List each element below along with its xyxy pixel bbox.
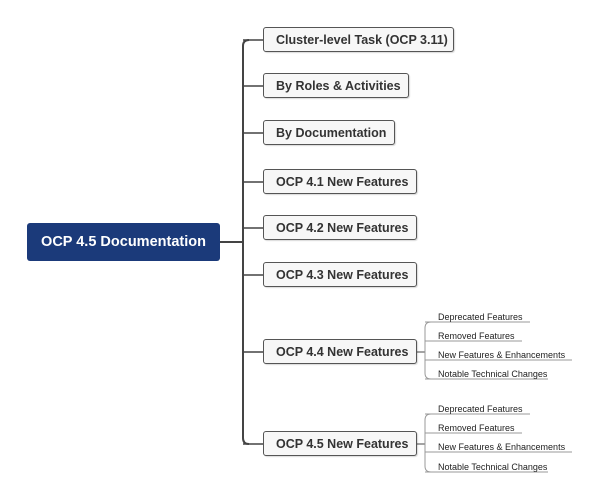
branch-ocp-4-3[interactable]: OCP 4.3 New Features: [263, 262, 417, 287]
sub-ocp45-new-features[interactable]: New Features & Enhancements: [425, 442, 565, 452]
branch-ocp-4-2[interactable]: OCP 4.2 New Features: [263, 215, 417, 240]
sub-ocp45-deprecated[interactable]: Deprecated Features: [425, 404, 523, 414]
branch-ocp-4-1[interactable]: OCP 4.1 New Features: [263, 169, 417, 194]
sub-ocp44-notable-changes[interactable]: Notable Technical Changes: [425, 369, 547, 379]
branch-by-documentation[interactable]: By Documentation: [263, 120, 395, 145]
root-node[interactable]: OCP 4.5 Documentation: [27, 223, 220, 261]
branch-ocp-4-4[interactable]: OCP 4.4 New Features: [263, 339, 417, 364]
sub-ocp44-removed[interactable]: Removed Features: [425, 331, 515, 341]
sub-ocp44-new-features[interactable]: New Features & Enhancements: [425, 350, 565, 360]
spine-line: [242, 39, 250, 445]
branch-cluster-level-task[interactable]: Cluster-level Task (OCP 3.11): [263, 27, 454, 52]
branch-by-roles-activities[interactable]: By Roles & Activities: [263, 73, 409, 98]
sub-ocp44-deprecated[interactable]: Deprecated Features: [425, 312, 523, 322]
sub-ocp45-notable-changes[interactable]: Notable Technical Changes: [425, 462, 547, 472]
branch-ocp-4-5[interactable]: OCP 4.5 New Features: [263, 431, 417, 456]
sub-ocp45-removed[interactable]: Removed Features: [425, 423, 515, 433]
